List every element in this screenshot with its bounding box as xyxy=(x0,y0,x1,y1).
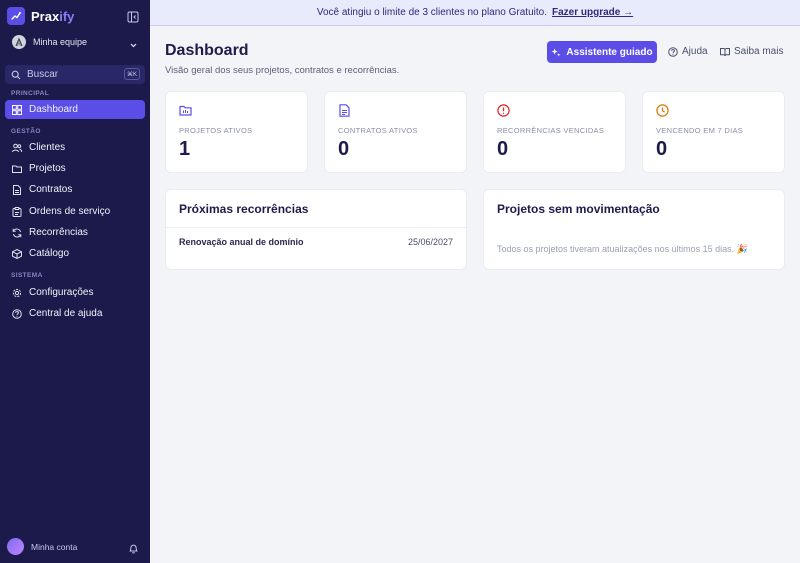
sidebar-item-dashboard[interactable]: Dashboard xyxy=(5,100,145,119)
divider xyxy=(166,227,466,228)
users-icon xyxy=(12,143,22,153)
upgrade-banner: Você atingiu o limite de 3 clientes no p… xyxy=(150,0,800,26)
help-button[interactable]: Ajuda xyxy=(668,46,708,57)
page-subtitle: Visão geral dos seus projetos, contratos… xyxy=(165,65,400,76)
search-icon xyxy=(11,70,21,80)
stat-value: 0 xyxy=(497,138,509,160)
refresh-icon xyxy=(12,228,22,238)
grid-icon xyxy=(12,104,22,115)
stat-label: RECORRÊNCIAS VENCIDAS xyxy=(497,126,605,135)
search-button[interactable]: Buscar ⌘K xyxy=(5,65,145,84)
team-switcher[interactable]: Minha equipe xyxy=(12,34,138,50)
file-icon xyxy=(12,184,22,195)
sidebar-item-label: Central de ajuda xyxy=(29,308,103,319)
clipboard-icon xyxy=(12,206,22,217)
learn-more-label: Saiba mais xyxy=(734,46,784,57)
learn-more-button[interactable]: Saiba mais xyxy=(720,46,783,57)
brand-name: Praxify xyxy=(31,8,75,24)
stat-label: PROJETOS ATIVOS xyxy=(179,126,253,135)
sidebar-item-configuracoes[interactable]: Configurações xyxy=(5,283,145,302)
chevron-down-icon xyxy=(129,37,138,48)
guided-assistant-button[interactable]: Assistente guiado xyxy=(547,41,657,63)
page-title: Dashboard xyxy=(165,42,249,59)
account-menu[interactable]: Minha conta xyxy=(7,538,77,555)
stat-value: 1 xyxy=(179,138,191,160)
panel-title: Próximas recorrências xyxy=(179,202,309,216)
recurrence-date: 25/06/2027 xyxy=(407,237,453,247)
sidebar-item-clientes[interactable]: Clientes xyxy=(5,138,145,157)
folder-icon xyxy=(12,164,22,174)
help-circle-icon xyxy=(668,46,678,57)
avatar xyxy=(7,538,24,555)
empty-state-text: Todos os projetos tiveram atualizações n… xyxy=(497,244,748,254)
help-icon xyxy=(12,308,22,319)
box-icon xyxy=(12,248,22,259)
account-name: Minha conta xyxy=(31,541,78,552)
sidebar-item-label: Contratos xyxy=(29,184,73,195)
sidebar-item-ordens-de-servico[interactable]: Ordens de serviço xyxy=(5,202,145,221)
alert-circle-icon xyxy=(497,104,510,117)
upgrade-link[interactable]: Fazer upgrade → xyxy=(552,7,633,18)
file-icon xyxy=(338,104,351,117)
sidebar-item-contratos[interactable]: Contratos xyxy=(5,180,145,199)
search-shortcut: ⌘K xyxy=(123,68,140,80)
sidebar-item-label: Clientes xyxy=(29,142,66,153)
recurrence-name: Renovação anual de domínio xyxy=(179,237,304,247)
stat-card-projetos-ativos[interactable]: PROJETOS ATIVOS 1 xyxy=(165,91,308,173)
section-gestao: GESTÃO xyxy=(11,128,41,135)
upcoming-recurrences-panel: Próximas recorrências Renovação anual de… xyxy=(165,189,467,270)
stat-card-vencendo-7-dias[interactable]: VENCENDO EM 7 DIAS 0 xyxy=(642,91,785,173)
gear-icon xyxy=(12,288,22,298)
sidebar: Praxify Minha equipe Buscar ⌘K PRINCIPAL… xyxy=(0,0,150,563)
stat-card-contratos-ativos[interactable]: CONTRATOS ATIVOS 0 xyxy=(324,91,467,173)
folder-icon xyxy=(179,104,192,117)
sidebar-item-label: Ordens de serviço xyxy=(29,206,111,217)
bell-icon[interactable] xyxy=(128,541,139,554)
sidebar-item-catalogo[interactable]: Catálogo xyxy=(5,244,145,263)
sparkles-icon xyxy=(551,47,561,57)
brand[interactable]: Praxify xyxy=(7,7,74,25)
stat-card-recorrencias-vencidas[interactable]: RECORRÊNCIAS VENCIDAS 0 xyxy=(483,91,626,173)
book-icon xyxy=(720,47,730,57)
collapse-sidebar-icon[interactable] xyxy=(127,10,139,23)
team-avatar-icon xyxy=(12,35,26,49)
stat-value: 0 xyxy=(338,138,350,160)
section-principal: PRINCIPAL xyxy=(11,90,50,97)
sidebar-item-label: Projetos xyxy=(29,163,66,174)
sidebar-item-central-de-ajuda[interactable]: Central de ajuda xyxy=(5,304,145,323)
section-sistema: SISTEMA xyxy=(11,272,43,279)
praxify-logo-icon xyxy=(7,7,25,25)
guided-assistant-label: Assistente guiado xyxy=(566,46,653,58)
search-label: Buscar xyxy=(27,69,59,80)
panel-title: Projetos sem movimentação xyxy=(497,202,660,216)
stale-projects-panel: Projetos sem movimentação Todos os proje… xyxy=(483,189,785,270)
sidebar-item-recorrencias[interactable]: Recorrências xyxy=(5,223,145,242)
stat-label: CONTRATOS ATIVOS xyxy=(338,126,418,135)
sidebar-item-label: Dashboard xyxy=(29,104,78,115)
sidebar-item-projetos[interactable]: Projetos xyxy=(5,159,145,178)
stat-value: 0 xyxy=(656,138,668,160)
banner-text: Você atingiu o limite de 3 clientes no p… xyxy=(316,7,547,18)
sidebar-item-label: Configurações xyxy=(29,287,94,298)
help-label: Ajuda xyxy=(682,46,708,57)
team-name: Minha equipe xyxy=(33,37,88,47)
clock-icon xyxy=(656,104,669,117)
sidebar-item-label: Catálogo xyxy=(29,248,70,259)
stat-label: VENCENDO EM 7 DIAS xyxy=(656,126,744,135)
sidebar-item-label: Recorrências xyxy=(29,227,88,238)
